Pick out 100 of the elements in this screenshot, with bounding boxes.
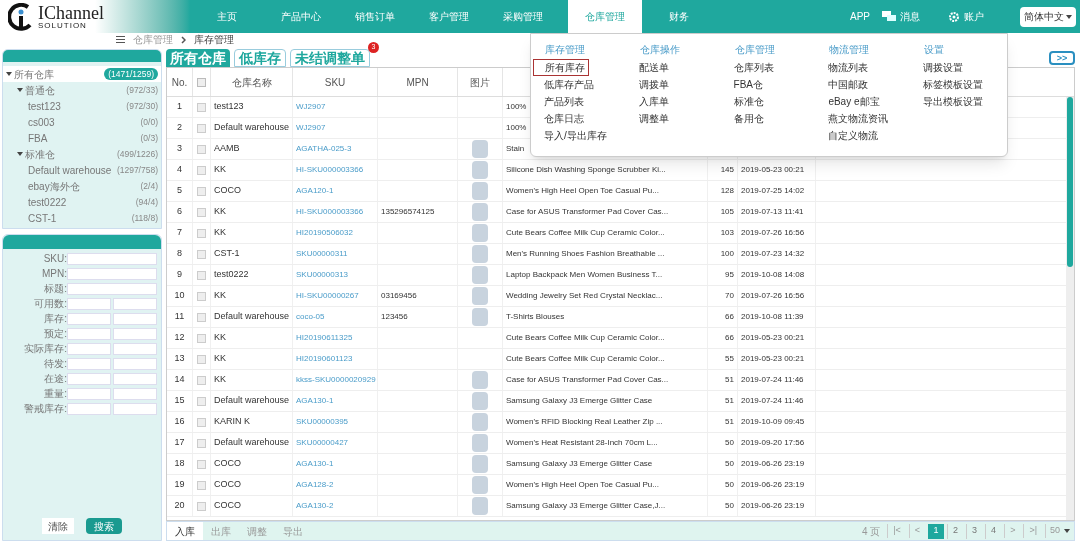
menu-item[interactable]: 导出模板设置 bbox=[912, 93, 1007, 110]
page-button[interactable]: 2 bbox=[947, 523, 964, 539]
checkbox[interactable] bbox=[197, 144, 206, 154]
input-field[interactable] bbox=[113, 402, 157, 415]
menu-item[interactable]: 自定义物流 bbox=[817, 127, 913, 144]
menu-item[interactable]: 所有库存 bbox=[533, 59, 589, 76]
checkbox[interactable] bbox=[197, 165, 206, 175]
checkbox[interactable] bbox=[197, 270, 206, 280]
column-header[interactable]: 仓库名称 bbox=[231, 74, 272, 90]
input-field[interactable] bbox=[67, 267, 157, 280]
messages-link[interactable]: 消息 bbox=[882, 9, 920, 24]
menu-item[interactable]: 物流列表 bbox=[817, 59, 913, 76]
nav-item[interactable]: 主页 bbox=[190, 0, 264, 33]
input-field[interactable] bbox=[67, 312, 111, 325]
sku-link[interactable]: SKU00000427 bbox=[296, 437, 349, 449]
nav-item[interactable]: 产品中心 bbox=[264, 0, 338, 33]
checkbox[interactable] bbox=[197, 228, 206, 238]
checkbox[interactable] bbox=[197, 186, 206, 196]
input-field[interactable] bbox=[113, 387, 157, 400]
sku-link[interactable]: WJ2907 bbox=[296, 101, 326, 113]
column-header[interactable]: MPN bbox=[406, 74, 429, 90]
sku-link[interactable]: HI-SKU000003366 bbox=[296, 164, 364, 176]
input-field[interactable] bbox=[67, 342, 111, 355]
checkbox[interactable] bbox=[197, 459, 206, 469]
sku-link[interactable]: SKU00000313 bbox=[296, 269, 349, 281]
sku-link[interactable]: HI20190601123 bbox=[296, 353, 353, 365]
checkbox[interactable] bbox=[197, 501, 206, 511]
checkbox[interactable] bbox=[197, 291, 206, 301]
tree-item[interactable]: test123 (972/30) bbox=[3, 98, 161, 114]
page-size-select[interactable]: 50 bbox=[1045, 524, 1070, 538]
menu-item[interactable]: 产品列表 bbox=[533, 93, 628, 110]
sku-link[interactable]: AGA130-1 bbox=[296, 395, 334, 407]
checkbox[interactable] bbox=[197, 417, 206, 427]
input-field[interactable] bbox=[113, 312, 157, 325]
app-link[interactable]: APP bbox=[850, 9, 870, 24]
menu-item[interactable]: 入库单 bbox=[627, 93, 723, 110]
menu-item[interactable]: 调拨单 bbox=[627, 76, 723, 93]
tree-item[interactable]: 标准仓 (499/1226) bbox=[3, 146, 161, 162]
tree-item[interactable]: Default warehouse (1297/758) bbox=[3, 162, 161, 178]
tab[interactable]: 低库存 bbox=[234, 49, 286, 67]
expand-button[interactable]: >> bbox=[1049, 51, 1075, 65]
action-button[interactable]: 出库 bbox=[203, 522, 239, 540]
input-field[interactable] bbox=[67, 252, 157, 265]
pager-button[interactable]: > bbox=[1004, 524, 1021, 538]
input-field[interactable] bbox=[67, 357, 111, 370]
menu-item[interactable]: 标准仓 bbox=[722, 93, 818, 110]
search-button[interactable]: 搜索 bbox=[86, 518, 122, 534]
breadcrumb-link[interactable]: 仓库管理 bbox=[133, 32, 173, 47]
column-header[interactable]: No. bbox=[171, 74, 188, 90]
checkbox[interactable] bbox=[197, 207, 206, 217]
nav-item[interactable]: 客户管理 bbox=[412, 0, 486, 33]
nav-item[interactable]: 采购管理 bbox=[486, 0, 560, 33]
menu-item[interactable]: 导入/导出库存 bbox=[533, 127, 628, 144]
pager-button[interactable]: < bbox=[908, 524, 926, 538]
sku-link[interactable]: AGATHA-025-3 bbox=[296, 143, 352, 155]
checkbox[interactable] bbox=[197, 438, 206, 448]
sku-link[interactable]: WJ2907 bbox=[296, 122, 326, 134]
nav-item[interactable]: 仓库管理 bbox=[568, 0, 642, 33]
checkbox[interactable] bbox=[197, 396, 206, 406]
sku-link[interactable]: AGA120-1 bbox=[296, 185, 334, 197]
tree-item[interactable]: FBA (0/3) bbox=[3, 130, 161, 146]
checkbox[interactable] bbox=[197, 354, 206, 364]
column-header[interactable]: SKU bbox=[324, 74, 346, 90]
checkbox[interactable] bbox=[197, 480, 206, 490]
menu-item[interactable]: 配送单 bbox=[627, 59, 723, 76]
pager-button[interactable]: |< bbox=[887, 524, 906, 538]
sku-link[interactable]: AGA130-1 bbox=[296, 458, 334, 470]
menu-item[interactable]: 低库存产品 bbox=[533, 76, 628, 93]
action-button[interactable]: 调整 bbox=[239, 522, 275, 540]
input-field[interactable] bbox=[113, 297, 157, 310]
page-button[interactable]: 4 bbox=[985, 523, 1002, 539]
tree-item[interactable]: CST-1 (118/8) bbox=[3, 210, 161, 226]
sku-link[interactable]: HI-SKU00000267 bbox=[296, 290, 359, 302]
page-button[interactable]: 3 bbox=[966, 523, 983, 539]
checkbox[interactable] bbox=[197, 123, 206, 133]
sku-link[interactable]: kkss-SKU0000020929 bbox=[296, 374, 376, 386]
input-field[interactable] bbox=[67, 387, 111, 400]
action-button[interactable]: 导出 bbox=[275, 522, 311, 540]
sku-link[interactable]: HI-SKU000003366 bbox=[296, 206, 364, 218]
menu-item[interactable]: 仓库日志 bbox=[533, 110, 628, 127]
checkbox[interactable] bbox=[197, 375, 206, 385]
sku-link[interactable]: HI20190611325 bbox=[296, 332, 353, 344]
tree-item[interactable]: 所有仓库 (1471/1259) bbox=[3, 66, 161, 82]
menu-item[interactable]: 仓库列表 bbox=[722, 59, 818, 76]
nav-item[interactable]: 销售订单 bbox=[338, 0, 412, 33]
page-button[interactable]: 1 bbox=[928, 523, 945, 539]
input-field[interactable] bbox=[113, 342, 157, 355]
input-field[interactable] bbox=[113, 372, 157, 385]
tree-item[interactable]: 普通仓 (972/33) bbox=[3, 82, 161, 98]
sku-link[interactable]: coco-05 bbox=[296, 311, 325, 323]
menu-item[interactable]: 标签模板设置 bbox=[912, 76, 1007, 93]
input-field[interactable] bbox=[113, 327, 157, 340]
checkbox[interactable] bbox=[197, 77, 206, 87]
tree-item[interactable]: test0222 (94/4) bbox=[3, 194, 161, 210]
input-field[interactable] bbox=[113, 357, 157, 370]
account-link[interactable]: 账户 bbox=[948, 9, 984, 24]
menu-item[interactable]: 备用仓 bbox=[722, 110, 818, 127]
clear-button[interactable]: 清除 bbox=[42, 518, 74, 534]
checkbox[interactable] bbox=[197, 333, 206, 343]
input-field[interactable] bbox=[67, 297, 111, 310]
